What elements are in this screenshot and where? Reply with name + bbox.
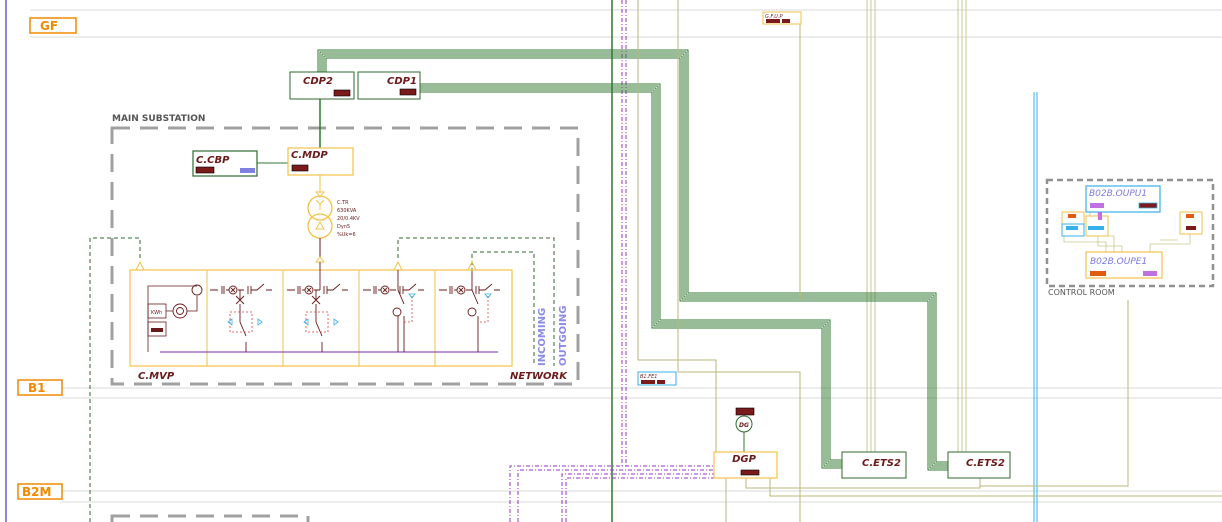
kwh-meter-label: KWh: [151, 310, 162, 316]
panel-cdp1-label: CDP1: [387, 76, 417, 87]
panel-cdp2[interactable]: CDP2: [289, 71, 355, 100]
mv-switchgear[interactable]: KWh: [129, 260, 513, 367]
level-label-b2m: B2M: [22, 485, 51, 499]
transformer-name: C.TR: [337, 200, 349, 206]
transformer-specs: C.TR 630KVA 20/0.4KV Dyn5 %Uk=6: [337, 200, 360, 238]
main-substation-label: MAIN SUBSTATION: [112, 114, 205, 124]
panel-b1fe1[interactable]: B1.FE1: [637, 371, 677, 386]
lower-substation-area: [110, 514, 310, 522]
transformer-vector: Dyn5: [337, 224, 350, 230]
outgoing-label: OUTGOING: [558, 306, 569, 366]
panel-cets2-b[interactable]: C.ETS2: [947, 451, 1011, 479]
control-room-label: CONTROL ROOM: [1048, 288, 1115, 297]
panel-cets2-a[interactable]: C.ETS2: [841, 451, 907, 479]
level-label-gf: GF: [40, 19, 58, 33]
panel-b1fe1-label: B1.FE1: [640, 374, 657, 380]
panel-cmdp-label: C.MDP: [291, 150, 328, 161]
generator-dg[interactable]: DG: [735, 407, 755, 452]
panel-b02b-oupe1[interactable]: B02B.OUPE1: [1085, 251, 1163, 279]
transformer-voltage: 20/0.4KV: [337, 216, 360, 222]
panel-ccbp-label: C.CBP: [196, 155, 230, 166]
panel-cmdp[interactable]: C.MDP: [287, 147, 354, 176]
schematic-svg: GF B1 B2M MAIN SUBSTATION CDP2 CDP1 C.CB…: [5, 0, 1222, 522]
panel-dgp[interactable]: DGP: [713, 451, 778, 479]
panel-cets2-a-label: C.ETS2: [862, 458, 901, 469]
panel-gfup[interactable]: G.F.U.P: [762, 11, 802, 25]
generator-dg-label: DG: [739, 422, 749, 429]
transformer-uk: %Uk=6: [337, 232, 356, 238]
panel-cets2-b-label: C.ETS2: [966, 458, 1005, 469]
control-room-small-tags: [1061, 211, 1203, 237]
network-label: NETWORK: [510, 371, 568, 382]
level-tag-gf: GF: [29, 17, 77, 34]
level-label-b1: B1: [28, 381, 46, 395]
transformer-symbol[interactable]: [307, 175, 333, 263]
panel-ccbp[interactable]: C.CBP: [192, 150, 258, 177]
green-cable-bundle: [317, 49, 948, 471]
level-lines: [5, 0, 1222, 522]
level-tag-b1: B1: [17, 379, 63, 396]
drawing-canvas: GF B1 B2M MAIN SUBSTATION CDP2 CDP1 C.CB…: [0, 0, 1222, 522]
panel-cdp2-label: CDP2: [303, 76, 333, 87]
panel-b02b-oupu1-label: B02B.OUPU1: [1089, 189, 1147, 199]
panel-cdp1[interactable]: CDP1: [357, 71, 421, 100]
transformer-rating: 630KVA: [337, 208, 357, 214]
cmvp-label: C.MVP: [138, 371, 175, 382]
level-tag-b2m: B2M: [17, 483, 63, 500]
incoming-label: INCOMING: [537, 308, 548, 366]
panel-b02b-oupu1[interactable]: B02B.OUPU1: [1085, 185, 1161, 213]
panel-b02b-oupe1-label: B02B.OUPE1: [1090, 257, 1147, 267]
panel-dgp-label: DGP: [732, 454, 757, 465]
